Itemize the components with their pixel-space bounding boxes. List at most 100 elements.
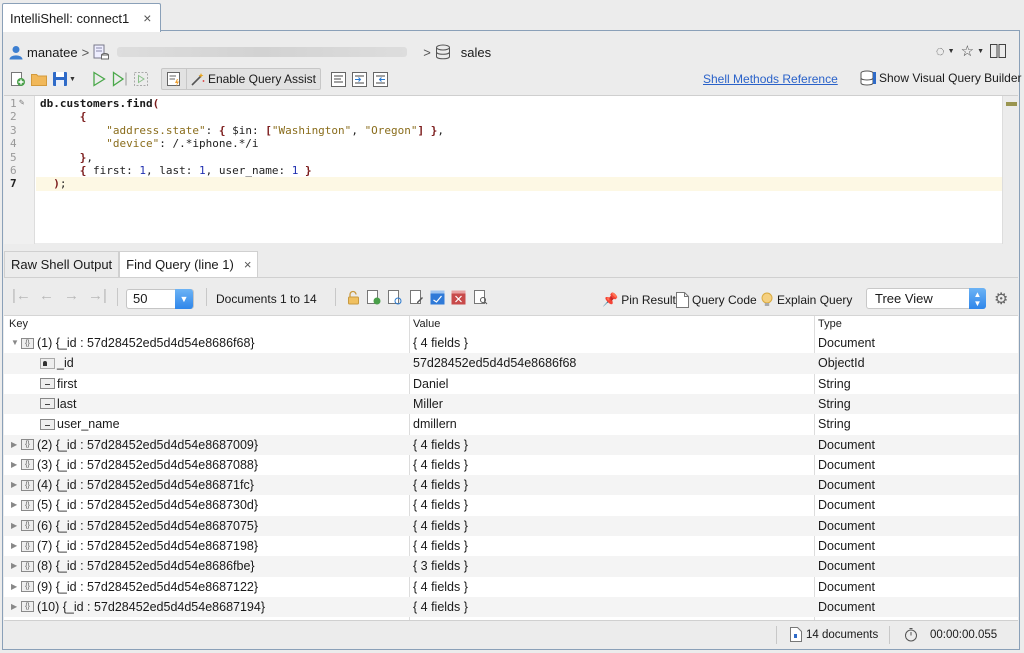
row-key-text: (7) {_id : 57d28452ed5d4d54e8687198} — [37, 539, 259, 553]
tab-find-query[interactable]: Find Query (line 1) × — [119, 251, 259, 277]
table-row[interactable]: ▶{} (2) {_id : 57d28452ed5d4d54e8687009}{… — [4, 434, 1018, 455]
table-row[interactable]: last Miller String — [4, 393, 1018, 415]
expand-arrow-icon[interactable]: ▶ — [11, 435, 21, 455]
document-icon — [676, 292, 689, 308]
expand-arrow-icon[interactable]: ▶ — [11, 536, 21, 556]
execute-icon[interactable] — [90, 70, 108, 88]
document-count-text: 14 documents — [806, 628, 879, 641]
table-row[interactable]: first Daniel String — [4, 374, 1018, 394]
edit-document-icon[interactable] — [409, 290, 424, 305]
show-visual-query-builder-button[interactable]: Show Visual Query Builder — [860, 70, 1022, 86]
column-header-key[interactable]: Key — [9, 318, 28, 330]
expand-arrow-icon[interactable]: ▶ — [11, 516, 21, 536]
tab-intellishell[interactable]: IntelliShell: connect1 × — [2, 3, 161, 32]
document-icon: {} — [21, 479, 34, 491]
history-icon[interactable]: ◌ — [936, 43, 945, 60]
code-line[interactable]: }, — [40, 151, 444, 164]
first-page-icon[interactable]: |← — [12, 287, 31, 304]
expand-arrow-icon[interactable]: ▶ — [11, 475, 21, 495]
table-row[interactable]: ▶{} (6) {_id : 57d28452ed5d4d54e8687075}{… — [4, 515, 1018, 536]
table-row[interactable]: user_name dmillern String — [4, 414, 1018, 434]
row-value: { 4 fields } — [413, 457, 468, 472]
table-row[interactable]: ▶{} (9) {_id : 57d28452ed5d4d54e8687122}{… — [4, 577, 1018, 597]
row-value: Miller — [413, 396, 443, 411]
breadcrumb-database[interactable]: sales — [461, 45, 491, 60]
column-header-value[interactable]: Value — [413, 318, 440, 330]
magic-wand-icon — [191, 73, 205, 86]
elapsed-time: 00:00:00.055 — [904, 627, 997, 642]
editor-scrollbar[interactable] — [1002, 96, 1018, 244]
table-row[interactable]: _id 57d28452ed5d4d54e8686f68 ObjectId — [4, 353, 1018, 374]
validate-icon[interactable] — [430, 290, 445, 305]
expand-arrow-icon[interactable]: ▶ — [11, 556, 21, 576]
history-dropdown-icon[interactable]: ▼ — [948, 48, 955, 55]
table-row[interactable]: ▶{} (3) {_id : 57d28452ed5d4d54e8687088}{… — [4, 455, 1018, 475]
expand-arrow-icon[interactable]: ▶ — [11, 495, 21, 515]
lock-icon[interactable] — [346, 290, 361, 305]
close-icon[interactable]: × — [143, 10, 151, 26]
page-size-select[interactable]: 50 ▼ — [126, 289, 194, 309]
format-code-icon[interactable] — [329, 70, 347, 88]
code-editor[interactable]: 1 ✎ 2 3 4 5 6 7 db.customers.find( { "ad… — [4, 95, 1018, 244]
column-header-type[interactable]: Type — [818, 318, 842, 330]
last-page-icon[interactable]: →| — [88, 287, 107, 304]
new-script-icon[interactable] — [9, 70, 27, 88]
delete-document-icon[interactable] — [451, 290, 466, 305]
table-row[interactable]: ▶{} (10) {_id : 57d28452ed5d4d54e8687194}… — [4, 596, 1018, 618]
shell-toolbar: ▼ Enable Query Assist — [9, 68, 392, 90]
previous-page-icon[interactable]: ← — [39, 287, 54, 304]
table-header: Key Value Type — [4, 316, 1018, 332]
results-tree-table: Key Value Type ▼{} (1) {_id : 57d28452ed5… — [4, 315, 1018, 621]
table-row[interactable]: ▶{} (7) {_id : 57d28452ed5d4d54e8687198}{… — [4, 536, 1018, 556]
row-key: last — [40, 394, 76, 414]
enable-query-assist-button[interactable]: Enable Query Assist — [160, 68, 321, 90]
save-icon[interactable] — [51, 70, 69, 88]
row-value: { 4 fields } — [413, 518, 468, 533]
expand-arrow-icon[interactable]: ▶ — [11, 577, 21, 597]
code-line[interactable]: "address.state": { $in: ["Washington", "… — [40, 124, 444, 137]
code-line[interactable]: "device": /.*iphone.*/i — [40, 137, 444, 150]
document-icon: {} — [21, 540, 34, 552]
collapse-arrow-icon[interactable]: ▼ — [11, 333, 21, 353]
next-page-icon[interactable]: → — [64, 287, 79, 304]
save-dropdown-icon[interactable]: ▼ — [69, 76, 76, 83]
close-icon[interactable]: × — [244, 257, 252, 272]
table-row[interactable]: ▶{} (5) {_id : 57d28452ed5d4d54e868730d}{… — [4, 495, 1018, 515]
explain-query-button[interactable]: Explain Query — [761, 292, 852, 308]
table-row[interactable]: ▶{} (4) {_id : 57d28452ed5d4d54e86871fc}{… — [4, 475, 1018, 496]
row-value: { 4 fields } — [413, 498, 468, 513]
expand-arrow-icon[interactable]: ▶ — [11, 597, 21, 617]
expand-arrow-icon[interactable]: ▶ — [11, 455, 21, 475]
table-row[interactable]: ▼{} (1) {_id : 57d28452ed5d4d54e8686f68}{… — [4, 333, 1018, 353]
gear-icon[interactable]: ⚙ — [994, 289, 1008, 309]
clone-document-icon[interactable] — [387, 290, 402, 305]
split-layout-icon[interactable] — [990, 44, 1006, 58]
shell-methods-reference-link[interactable]: Shell Methods Reference — [703, 72, 838, 86]
code-line[interactable]: { — [40, 110, 444, 123]
code-line[interactable]: db.customers.find( — [40, 97, 444, 110]
execute-statement-icon[interactable] — [111, 70, 129, 88]
code-line[interactable]: ); — [40, 177, 444, 190]
favorite-star-icon[interactable]: ☆ — [961, 42, 974, 60]
table-row[interactable]: ▶{} (8) {_id : 57d28452ed5d4d54e8686fbe}{… — [4, 556, 1018, 577]
row-key: user_name — [40, 414, 120, 434]
view-document-icon[interactable] — [473, 290, 488, 305]
line-number-gutter: 1 ✎ 2 3 4 5 6 7 — [4, 96, 35, 244]
code-line[interactable]: { first: 1, last: 1, user_name: 1 } — [40, 164, 444, 177]
pin-result-button[interactable]: 📌 Pin Result — [602, 292, 676, 308]
query-code-button[interactable]: Query Code — [676, 292, 757, 308]
open-folder-icon[interactable] — [30, 70, 48, 88]
view-mode-select[interactable]: Tree View ▲ ▼ — [866, 288, 986, 309]
tab-raw-shell-output[interactable]: Raw Shell Output — [4, 251, 120, 277]
tab-label: Raw Shell Output — [11, 257, 113, 272]
breadcrumb-user[interactable]: manatee — [27, 45, 78, 60]
outdent-icon[interactable] — [371, 70, 389, 88]
document-icon — [790, 627, 802, 642]
execute-selection-icon[interactable] — [132, 70, 150, 88]
favorite-dropdown-icon[interactable]: ▼ — [977, 48, 984, 55]
connection-name-redacted — [117, 47, 408, 57]
indent-icon[interactable] — [350, 70, 368, 88]
add-document-icon[interactable] — [366, 290, 381, 305]
code-content[interactable]: db.customers.find( { "address.state": { … — [40, 97, 444, 191]
row-key-text: (2) {_id : 57d28452ed5d4d54e8687009} — [37, 437, 259, 452]
